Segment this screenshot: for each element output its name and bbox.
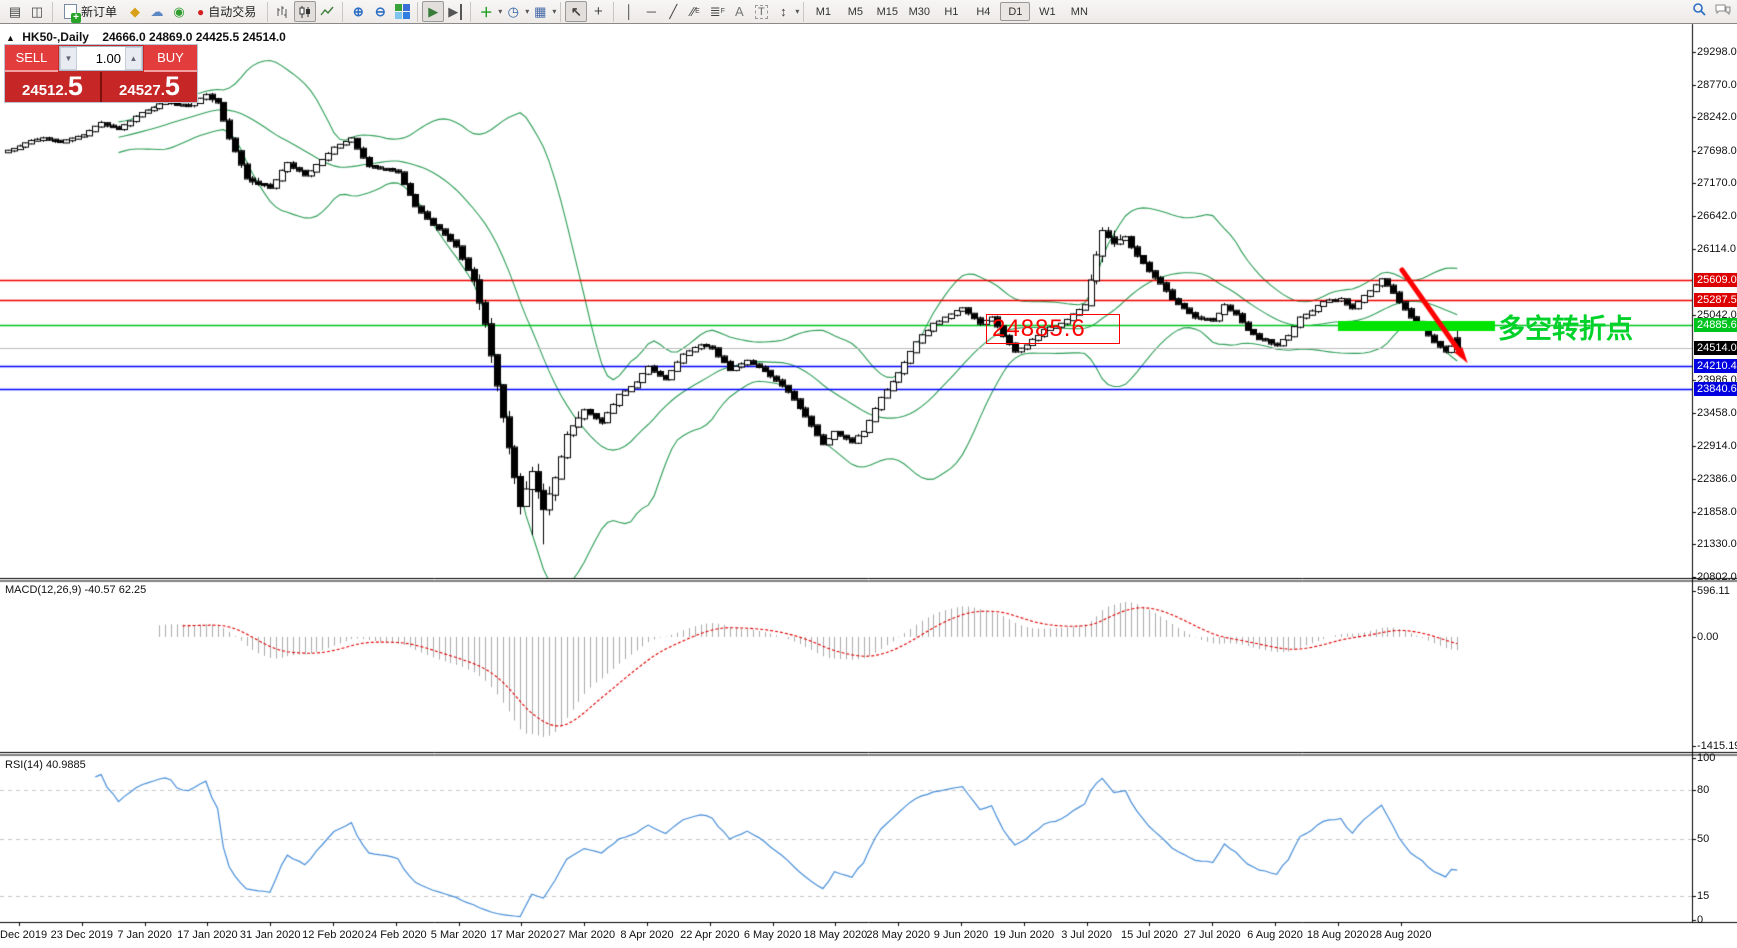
toolbar-separator xyxy=(417,1,419,22)
buy-price[interactable]: 24527. 5 xyxy=(102,72,197,102)
search-icon[interactable] xyxy=(1692,2,1707,22)
auto-trading-stopped-icon: ● xyxy=(197,4,205,19)
sell-button[interactable]: SELL xyxy=(5,45,58,72)
timeframe-button-m30[interactable]: M30 xyxy=(904,2,934,21)
price-chart-canvas[interactable] xyxy=(0,0,1737,948)
sell-price-pips: 5 xyxy=(67,71,83,101)
auto-trading-button[interactable]: ● 自动交易 xyxy=(190,1,263,22)
tile-windows-icon[interactable] xyxy=(391,1,413,22)
templates-dropdown-caret[interactable]: ▾ xyxy=(552,7,556,16)
arrows-dropdown-caret[interactable]: ▾ xyxy=(795,7,799,16)
chat-icon[interactable] xyxy=(1715,3,1731,22)
metaeditor-icon[interactable]: ◆ xyxy=(124,1,146,22)
toolbar-separator xyxy=(52,1,53,22)
timeframe-button-m15[interactable]: M15 xyxy=(872,2,902,21)
horizontal-line-tool-icon[interactable]: ─ xyxy=(640,1,662,22)
vertical-line-tool-icon[interactable]: │ xyxy=(618,1,640,22)
volume-decrement-button[interactable]: ▼ xyxy=(60,47,77,70)
profiles-icon[interactable]: ◫ xyxy=(26,1,48,22)
volume-input[interactable] xyxy=(77,47,125,70)
volume-increment-button[interactable]: ▲ xyxy=(125,47,142,70)
candlestick-chart-icon[interactable] xyxy=(294,1,317,22)
market-cloud-icon[interactable]: ☁ xyxy=(146,1,168,22)
cursor-tool-icon[interactable]: ↖ xyxy=(565,1,588,22)
toolbar-separator xyxy=(560,1,562,22)
toolbar-separator xyxy=(267,1,269,22)
auto-scroll-icon[interactable]: ▶ xyxy=(422,1,445,22)
timeframe-button-m1[interactable]: M1 xyxy=(808,2,838,21)
timeframe-button-m5[interactable]: M5 xyxy=(840,2,870,21)
templates-icon[interactable]: ▦ xyxy=(529,1,551,22)
text-label-tool-icon[interactable]: T xyxy=(750,1,772,22)
timeframe-button-h4[interactable]: H4 xyxy=(968,2,998,21)
volume-stepper: ▼ ▲ xyxy=(59,46,143,71)
arrows-tool-icon[interactable]: ↕ xyxy=(772,1,794,22)
indicators-icon[interactable]: ＋ xyxy=(475,1,497,22)
buy-price-main: 24527. xyxy=(119,82,165,99)
zoom-in-icon[interactable]: ⊕ xyxy=(347,1,369,22)
zoom-out-icon[interactable]: ⊖ xyxy=(369,1,391,22)
fibonacci-tool-icon[interactable]: ≣ F xyxy=(706,1,728,22)
new-order-label: 新订单 xyxy=(81,5,118,19)
one-click-trading-panel: SELL ▼ ▲ BUY 24512. 5 24527. 5 xyxy=(4,44,198,103)
text-tool-icon[interactable]: A xyxy=(728,1,750,22)
new-order-button[interactable]: 新订单 xyxy=(57,1,124,23)
line-chart-icon[interactable] xyxy=(316,1,338,22)
periods-clock-icon[interactable]: ◷ xyxy=(502,1,524,22)
auto-trading-label: 自动交易 xyxy=(208,5,257,19)
timeframe-button-h1[interactable]: H1 xyxy=(936,2,966,21)
toolbar-separator xyxy=(613,1,615,22)
trendline-tool-icon[interactable]: ╱ xyxy=(662,1,684,22)
new-order-icon xyxy=(64,4,81,23)
toolbar-separator xyxy=(342,1,344,22)
equidistant-channel-tool-icon[interactable]: ∕∕ E xyxy=(684,1,706,22)
sell-price-main: 24512. xyxy=(22,82,68,99)
toolbar-separator xyxy=(470,1,472,22)
timeframe-group: M1 M5 M15 M30 H1 H4 D1 W1 MN xyxy=(808,2,1094,21)
crosshair-tool-icon[interactable]: + xyxy=(587,1,609,22)
buy-button[interactable]: BUY xyxy=(144,45,197,72)
signals-icon[interactable]: ◉ xyxy=(168,1,190,22)
new-chart-icon[interactable]: ▤ xyxy=(4,1,26,22)
chart-shift-icon[interactable]: ▶ xyxy=(444,1,466,22)
buy-price-pips: 5 xyxy=(164,71,180,101)
timeframe-button-mn[interactable]: MN xyxy=(1064,2,1094,21)
toolbar: ▤ ◫ 新订单 ◆ ☁ ◉ ● 自动交易 ⊕ ⊖ ▶ ▶ ＋ ▾ ◷ ▾ ▦ ▾… xyxy=(0,0,1737,24)
timeframe-button-w1[interactable]: W1 xyxy=(1032,2,1062,21)
sell-price[interactable]: 24512. 5 xyxy=(5,72,102,102)
timeframe-button-d1[interactable]: D1 xyxy=(1000,2,1031,21)
bar-chart-icon[interactable] xyxy=(272,1,294,22)
toolbar-separator xyxy=(803,1,805,22)
